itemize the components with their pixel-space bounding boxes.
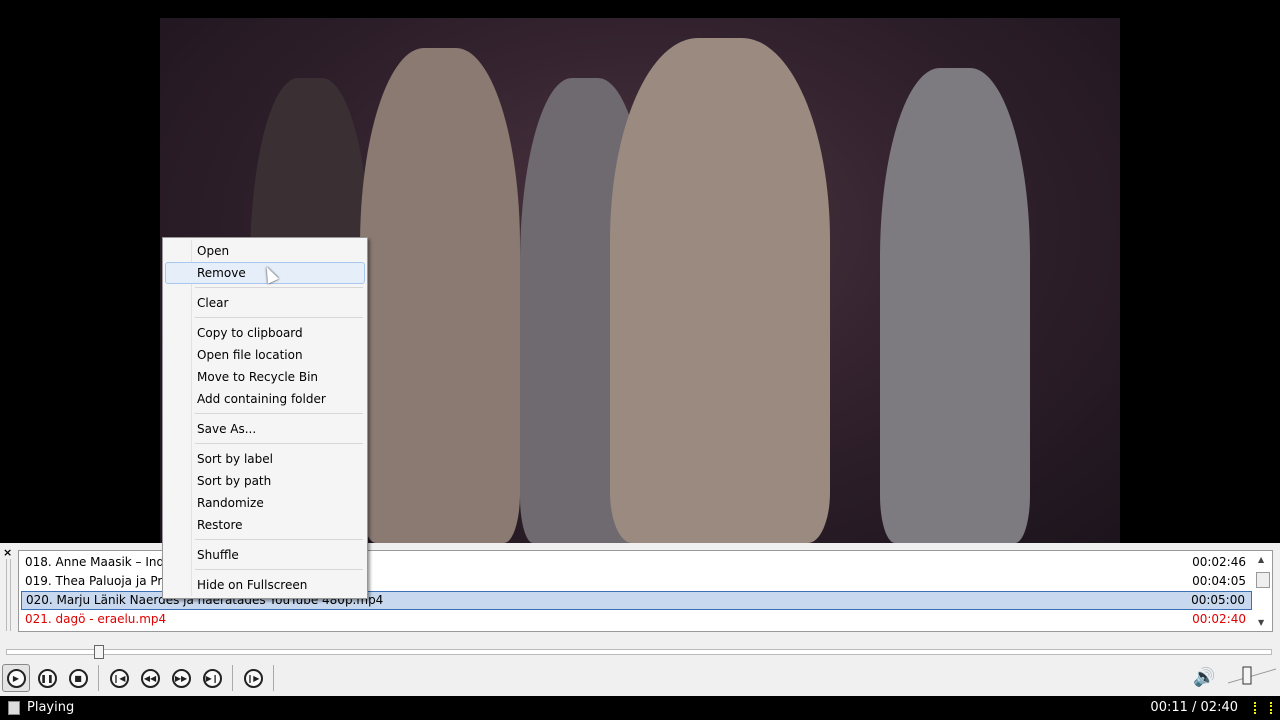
divider — [273, 665, 274, 691]
stop-button[interactable]: ■ — [64, 664, 92, 692]
menu-item-hide-fullscreen[interactable]: Hide on Fullscreen — [165, 574, 365, 596]
fullscreen-icon[interactable] — [1254, 702, 1272, 714]
menu-separator — [165, 566, 365, 574]
menu-item-recycle[interactable]: Move to Recycle Bin — [165, 366, 365, 388]
time-readout: 00:11 / 02:40 — [1150, 700, 1238, 715]
menu-separator — [165, 440, 365, 448]
menu-separator — [165, 410, 365, 418]
volume-icon[interactable]: 🔊 — [1193, 667, 1215, 688]
row-title: 021. dagö - eraelu.mp4 — [25, 612, 167, 626]
row-duration: 00:04:05 — [1192, 574, 1246, 588]
menu-item-save-as[interactable]: Save As... — [165, 418, 365, 440]
file-icon — [8, 701, 20, 715]
menu-item-shuffle[interactable]: Shuffle — [165, 544, 365, 566]
context-menu: Open Remove Clear Copy to clipboard Open… — [162, 237, 368, 599]
close-playlist-button[interactable]: × — [3, 546, 12, 559]
pause-icon: ❚❚ — [37, 668, 57, 688]
menu-item-sort-path[interactable]: Sort by path — [165, 470, 365, 492]
row-duration: 00:02:40 — [1192, 612, 1246, 626]
previous-button[interactable]: ❙◀ — [105, 664, 133, 692]
fast-forward-icon: ▶▶ — [171, 668, 191, 688]
menu-item-add-folder[interactable]: Add containing folder — [165, 388, 365, 410]
resize-grip[interactable] — [6, 559, 11, 631]
menu-item-sort-label[interactable]: Sort by label — [165, 448, 365, 470]
rewind-button[interactable]: ◀◀ — [136, 664, 164, 692]
rewind-icon: ◀◀ — [140, 668, 160, 688]
play-icon: ▶ — [6, 668, 26, 688]
row-title: 019. Thea Paluoja ja Proov — [25, 574, 184, 588]
next-icon: ▶❙ — [202, 668, 222, 688]
menu-item-clear[interactable]: Clear — [165, 292, 365, 314]
play-button[interactable]: ▶ — [2, 664, 30, 692]
menu-item-open-location[interactable]: Open file location — [165, 344, 365, 366]
playlist-scrollbar[interactable]: ▲ ▼ — [1255, 552, 1271, 630]
stop-icon: ■ — [68, 668, 88, 688]
frame-step-icon: ❙▶ — [243, 668, 263, 688]
menu-separator — [165, 284, 365, 292]
transport-controls: ▶ ❚❚ ■ ❙◀ ◀◀ ▶▶ ▶❙ ❙▶ — [2, 663, 280, 693]
volume-slider[interactable] — [1228, 665, 1276, 687]
scroll-up-icon[interactable]: ▲ — [1258, 555, 1264, 564]
divider — [232, 665, 233, 691]
row-duration: 00:02:46 — [1192, 555, 1246, 569]
scroll-down-icon[interactable]: ▼ — [1258, 618, 1264, 627]
divider — [98, 665, 99, 691]
seek-bar[interactable] — [6, 645, 1272, 659]
menu-item-open[interactable]: Open — [165, 240, 365, 262]
previous-icon: ❙◀ — [109, 668, 129, 688]
pause-button[interactable]: ❚❚ — [33, 664, 61, 692]
seek-handle[interactable] — [94, 645, 105, 659]
next-button[interactable]: ▶❙ — [198, 664, 226, 692]
status-text: Playing — [27, 700, 75, 715]
playlist-row-playing[interactable]: 021. dagö - eraelu.mp4 00:02:40 — [21, 610, 1252, 629]
menu-item-copy[interactable]: Copy to clipboard — [165, 322, 365, 344]
menu-item-restore[interactable]: Restore — [165, 514, 365, 536]
status-bar: Playing 00:11 / 02:40 — [0, 696, 1280, 720]
volume-handle — [1242, 666, 1252, 685]
row-duration: 00:05:00 — [1191, 593, 1245, 607]
scrollbar-thumb[interactable] — [1256, 572, 1270, 588]
frame-step-button[interactable]: ❙▶ — [239, 664, 267, 692]
row-title: 018. Anne Maasik – Indiaa — [25, 555, 183, 569]
fast-forward-button[interactable]: ▶▶ — [167, 664, 195, 692]
menu-separator — [165, 314, 365, 322]
menu-item-randomize[interactable]: Randomize — [165, 492, 365, 514]
menu-separator — [165, 536, 365, 544]
